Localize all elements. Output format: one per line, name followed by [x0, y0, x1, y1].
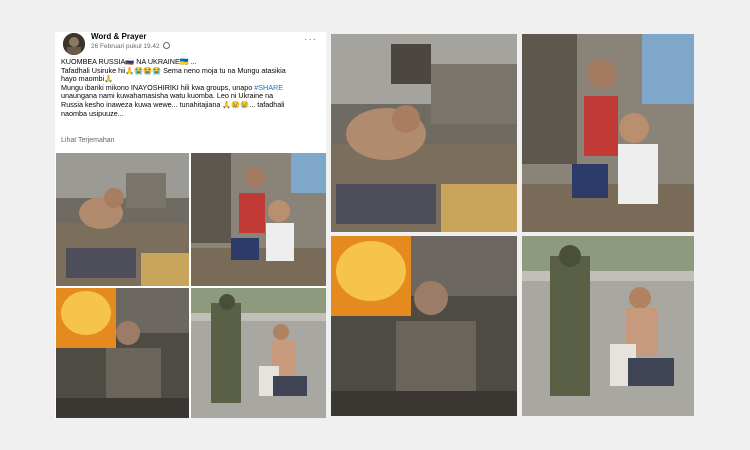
photo-woman-near-fire[interactable] [56, 288, 189, 418]
page-avatar[interactable] [63, 33, 85, 55]
post-text-line: KUOMBEA RUSSIA🇷🇺 NA UKRAINE🇺🇦 ... [61, 58, 197, 66]
photo-wounded-man[interactable] [56, 153, 189, 286]
post-text-line: naomba usipuuze... [61, 109, 124, 118]
post-timestamp[interactable]: 26 Februari pukul 19.42 [91, 42, 170, 50]
post-text-line: Tafadhali Usiruke hii🙏😭😭😭 Sema neno moja… [61, 66, 286, 75]
timestamp-text: 26 Februari pukul 19.42 [91, 43, 160, 50]
photo-woman-with-child[interactable] [191, 153, 326, 286]
post-text-line: Russia kesho inaweza kuwa wewe... tunahi… [61, 100, 285, 109]
post-text: KUOMBEA RUSSIA🇷🇺 NA UKRAINE🇺🇦 ... Tafadh… [61, 58, 317, 118]
post-text-line: unaungana nami kuwahamasisha watu kuomba… [61, 92, 274, 101]
more-options-icon[interactable]: ··· [304, 34, 317, 45]
large-photo-wounded-man[interactable] [331, 34, 517, 232]
photo-soldier-and-man[interactable] [191, 288, 326, 418]
large-photo-soldier-and-man[interactable] [522, 236, 694, 416]
post-header: Word & Prayer 26 Februari pukul 19.42 ··… [61, 32, 323, 55]
large-photo-woman-with-child[interactable] [522, 34, 694, 232]
globe-icon [162, 42, 170, 49]
share-hashtag[interactable]: #SHARE [254, 84, 283, 92]
large-photo-woman-near-fire[interactable] [331, 236, 517, 416]
see-translation-link[interactable]: Lihat Terjemahan [61, 137, 115, 144]
post-text-line: hayo maombi🙏 [61, 75, 114, 84]
post-photo-grid [55, 153, 326, 418]
post-text-line: Mungu ibariki mikono INAYOSHIRIKI hili k… [61, 84, 317, 93]
post-text-segment: Mungu ibariki mikono INAYOSHIRIKI hili k… [61, 83, 253, 92]
facebook-post-card: Word & Prayer 26 Februari pukul 19.42 ··… [55, 32, 326, 418]
page-name[interactable]: Word & Prayer [91, 32, 146, 41]
